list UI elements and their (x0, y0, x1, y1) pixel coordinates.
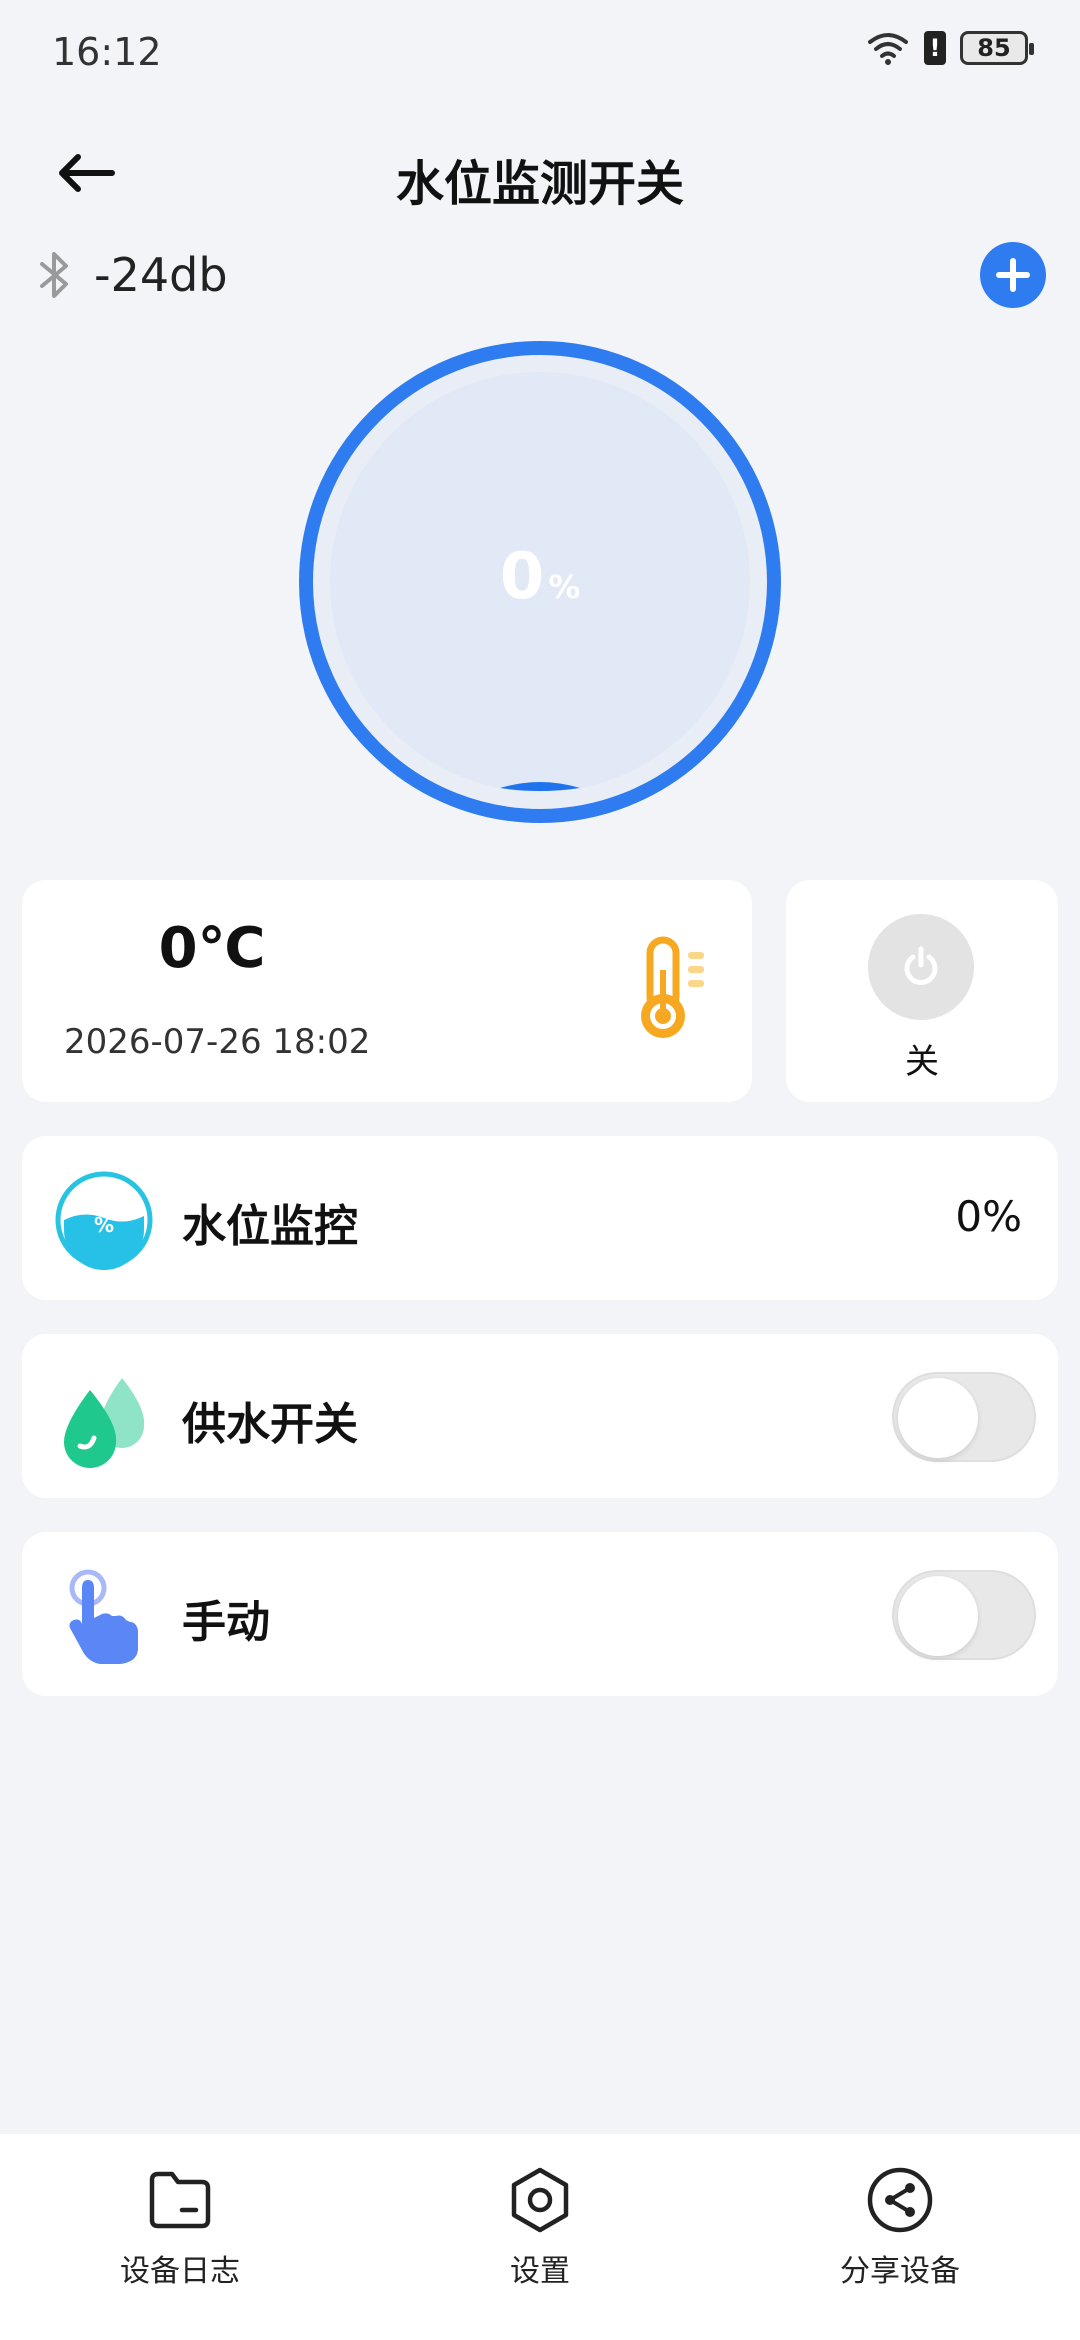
water-level-row[interactable]: % 水位监控 0% (22, 1136, 1058, 1300)
signal-strength: -24db (36, 245, 228, 305)
nav-share-device-label: 分享设备 (840, 2254, 960, 2289)
manual-label: 手动 (182, 1597, 270, 1648)
toggle-knob (898, 1378, 978, 1458)
water-drops-icon (64, 1378, 145, 1468)
power-card: 关 (786, 880, 1058, 1102)
thermometer-icon (641, 936, 704, 1038)
hexagon-settings-icon (511, 2167, 569, 2233)
hand-tap-icon (69, 1569, 138, 1664)
nav-settings[interactable]: 设置 (390, 2164, 690, 2290)
bluetooth-icon (40, 252, 68, 298)
signal-value: -24db (94, 248, 228, 302)
water-supply-label: 供水开关 (182, 1399, 358, 1450)
toggle-knob (898, 1576, 978, 1656)
battery-indicator: 85 (960, 31, 1034, 65)
temperature-timestamp: 2026-07-26 18:02 (64, 1022, 371, 1062)
status-time: 16:12 (52, 30, 162, 74)
water-supply-row: 供水开关 (22, 1334, 1058, 1498)
water-supply-toggle[interactable] (892, 1372, 1036, 1462)
water-level-value: 0% (955, 1192, 1022, 1241)
gauge-number: 0 (499, 540, 545, 614)
status-bar: 16:12 ! 85 (0, 0, 1080, 110)
manual-toggle[interactable] (892, 1570, 1036, 1660)
power-label: 关 (905, 1042, 939, 1082)
nav-device-log[interactable]: 设备日志 (30, 2164, 330, 2290)
water-level-icon: % (55, 1171, 153, 1270)
nav-device-log-label: 设备日志 (120, 2254, 240, 2289)
status-icons: ! 85 (866, 30, 1034, 66)
alert-icon: ! (924, 31, 946, 65)
temperature-card: 0℃ 2026-07-26 18:02 (22, 880, 752, 1102)
gauge-unit: % (548, 568, 581, 606)
header: 水位监测开关 (0, 130, 1080, 220)
gauge-value: 0% (298, 540, 782, 614)
water-level-gauge: 0% (298, 340, 782, 824)
manual-row: 手动 (22, 1532, 1058, 1696)
page-title: 水位监测开关 (395, 156, 684, 212)
wifi-icon (868, 33, 908, 65)
power-icon (904, 946, 938, 985)
bottom-nav: 设备日志 设置 分享设备 (0, 2134, 1080, 2340)
water-level-label: 水位监控 (182, 1201, 358, 1252)
add-button[interactable] (980, 242, 1046, 308)
level-badge: % (94, 1213, 114, 1237)
share-icon (867, 2167, 933, 2233)
nav-settings-label: 设置 (510, 2254, 570, 2289)
folder-icon (149, 2171, 211, 2229)
plus-icon (996, 258, 1030, 292)
temperature-value: 0℃ (158, 916, 266, 981)
power-button[interactable] (868, 914, 974, 1020)
nav-share-device[interactable]: 分享设备 (750, 2164, 1050, 2290)
